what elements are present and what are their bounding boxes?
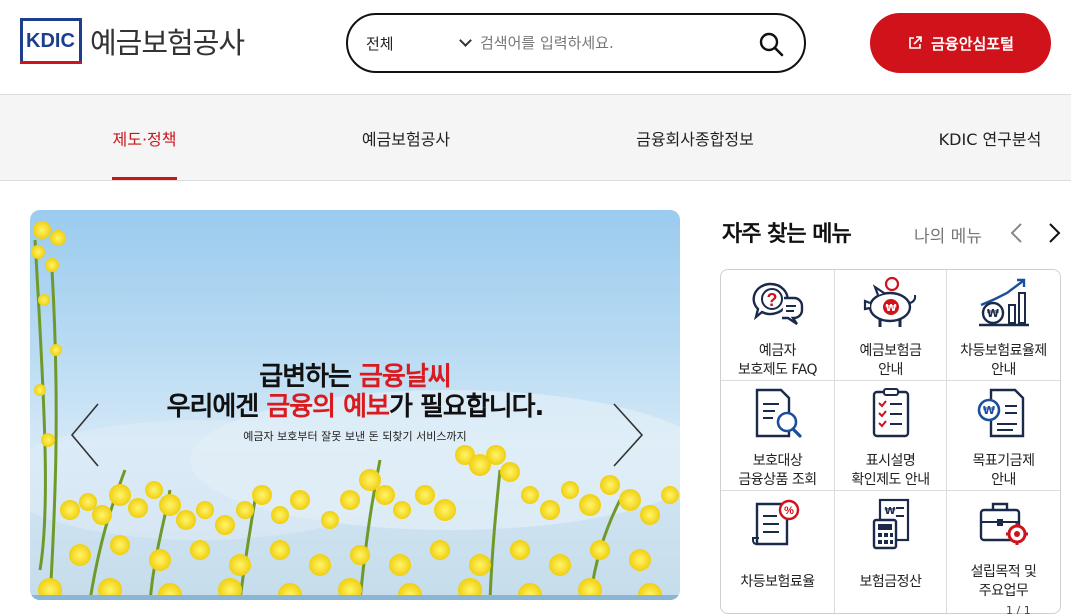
favorite-item-disclosure-confirmation[interactable]: 표시설명 확인제도 안내 bbox=[835, 381, 947, 491]
nav-item-label: 금융회사종합정보 bbox=[636, 129, 754, 149]
nav-item-label: 제도·정책 bbox=[112, 129, 177, 149]
banner-prev-arrow-icon[interactable] bbox=[68, 400, 108, 470]
favorite-item-label: 차등보험료율 bbox=[740, 574, 815, 590]
search-icon[interactable] bbox=[758, 31, 784, 57]
external-link-icon bbox=[909, 36, 922, 49]
main-banner[interactable]: 급변하는 금융날씨 우리에겐 금융의 예보가 필요합니다. 예금자 보호부터 잘… bbox=[30, 210, 680, 600]
favorite-item-target-fund[interactable]: ₩ 목표기금제 안내 bbox=[947, 381, 1060, 491]
site-header: KDIC 예금보험공사 전체 금융안심포털 bbox=[0, 0, 1071, 94]
search-scope-value: 전체 bbox=[366, 34, 394, 53]
kdic-logo[interactable]: KDIC 예금보험공사 bbox=[18, 16, 245, 66]
favorites-grid: ? 예금자 보호제도 FAQ ₩ 예금보험금 안내 ₩ 차등보험료율제 안내 보… bbox=[720, 269, 1061, 614]
search-bar: 전체 bbox=[346, 13, 806, 73]
favorite-item-insurance-payout[interactable]: ₩ 예금보험금 안내 bbox=[835, 270, 947, 381]
favorite-item-purpose-and-duties[interactable]: 설립목적 및 주요업무 bbox=[947, 491, 1060, 613]
svg-text:%: % bbox=[784, 505, 794, 517]
favorite-item-label: 예금보험금 안내 bbox=[859, 343, 922, 378]
chevron-right-icon[interactable] bbox=[1049, 223, 1061, 243]
percent-document-icon: % bbox=[751, 499, 799, 546]
piggy-bank-icon: ₩ bbox=[863, 276, 916, 327]
nav-item-kdic[interactable]: 예금보험공사 bbox=[350, 95, 462, 180]
svg-text:₩: ₩ bbox=[982, 404, 994, 417]
favorite-item-label: 목표기금제 안내 bbox=[972, 453, 1035, 488]
calculator-icon: ₩ bbox=[872, 498, 909, 550]
nav-item-policy[interactable]: 제도·정책 bbox=[112, 95, 177, 180]
growth-chart-coin-icon: ₩ bbox=[978, 278, 1029, 327]
svg-text:₩: ₩ bbox=[884, 506, 895, 517]
favorite-item-deposit-faq[interactable]: ? 예금자 보호제도 FAQ bbox=[721, 270, 835, 381]
main-nav: 제도·정책 예금보험공사 금융회사종합정보 KDIC 연구분석 bbox=[0, 94, 1071, 181]
chevron-down-icon bbox=[459, 34, 472, 47]
favorites-pager bbox=[1010, 223, 1061, 243]
favorite-item-label: 설립목적 및 주요업무 bbox=[970, 564, 1037, 599]
svg-text:?: ? bbox=[766, 290, 777, 310]
search-input[interactable] bbox=[480, 34, 730, 52]
banner-subtitle: 예금자 보호부터 잘못 보낸 돈 되찾기 서비스까지 bbox=[243, 430, 467, 443]
document-search-icon bbox=[755, 388, 802, 438]
fund-document-icon: ₩ bbox=[977, 388, 1024, 437]
favorite-item-protected-products-search[interactable]: 보호대상 금융상품 조회 bbox=[721, 381, 835, 491]
favorite-item-insurance-settlement[interactable]: ₩ 보험금정산 bbox=[835, 491, 947, 613]
favorite-item-label: 예금자 보호제도 FAQ bbox=[737, 343, 818, 378]
kdic-logo-mark: KDIC bbox=[18, 16, 84, 66]
nav-item-research[interactable]: KDIC 연구분석 bbox=[930, 95, 1050, 180]
financial-safety-portal-button[interactable]: 금융안심포털 bbox=[870, 13, 1051, 73]
nav-item-label: KDIC 연구분석 bbox=[938, 129, 1042, 149]
search-scope-select[interactable]: 전체 bbox=[366, 33, 480, 54]
nav-item-label: 예금보험공사 bbox=[361, 129, 451, 149]
favorite-item-label: 보호대상 금융상품 조회 bbox=[738, 453, 817, 488]
favorites-title: 자주 찾는 메뉴 bbox=[722, 222, 852, 247]
banner-headline-2: 우리에겐 금융의 예보가 필요합니다. bbox=[166, 392, 545, 422]
chevron-left-icon[interactable] bbox=[1010, 223, 1022, 243]
favorite-item-label: 보험금정산 bbox=[859, 574, 922, 590]
logo-mark-text: KDIC bbox=[24, 30, 77, 53]
favorites-page-indicator: 1 / 1 bbox=[1006, 604, 1031, 614]
briefcase-gear-icon bbox=[979, 502, 1028, 545]
favorite-item-label: 표시설명 확인제도 안내 bbox=[851, 453, 930, 488]
favorite-item-differential-premium-system[interactable]: ₩ 차등보험료율제 안내 bbox=[947, 270, 1060, 381]
nav-item-financial-info[interactable]: 금융회사종합정보 bbox=[620, 95, 770, 180]
faq-chat-icon: ? bbox=[751, 282, 803, 325]
logo-text: 예금보험공사 bbox=[90, 26, 245, 60]
svg-text:₩: ₩ bbox=[885, 303, 896, 314]
my-menu-tab[interactable]: 나의 메뉴 bbox=[914, 222, 982, 247]
banner-next-arrow-icon[interactable] bbox=[608, 400, 648, 470]
checklist-icon bbox=[872, 387, 909, 437]
svg-text:₩: ₩ bbox=[986, 307, 998, 320]
portal-button-label: 금융안심포털 bbox=[931, 34, 1014, 53]
favorite-item-differential-premium-rate[interactable]: % 차등보험료율 bbox=[721, 491, 835, 613]
favorite-item-label: 차등보험료율제 안내 bbox=[960, 343, 1047, 378]
